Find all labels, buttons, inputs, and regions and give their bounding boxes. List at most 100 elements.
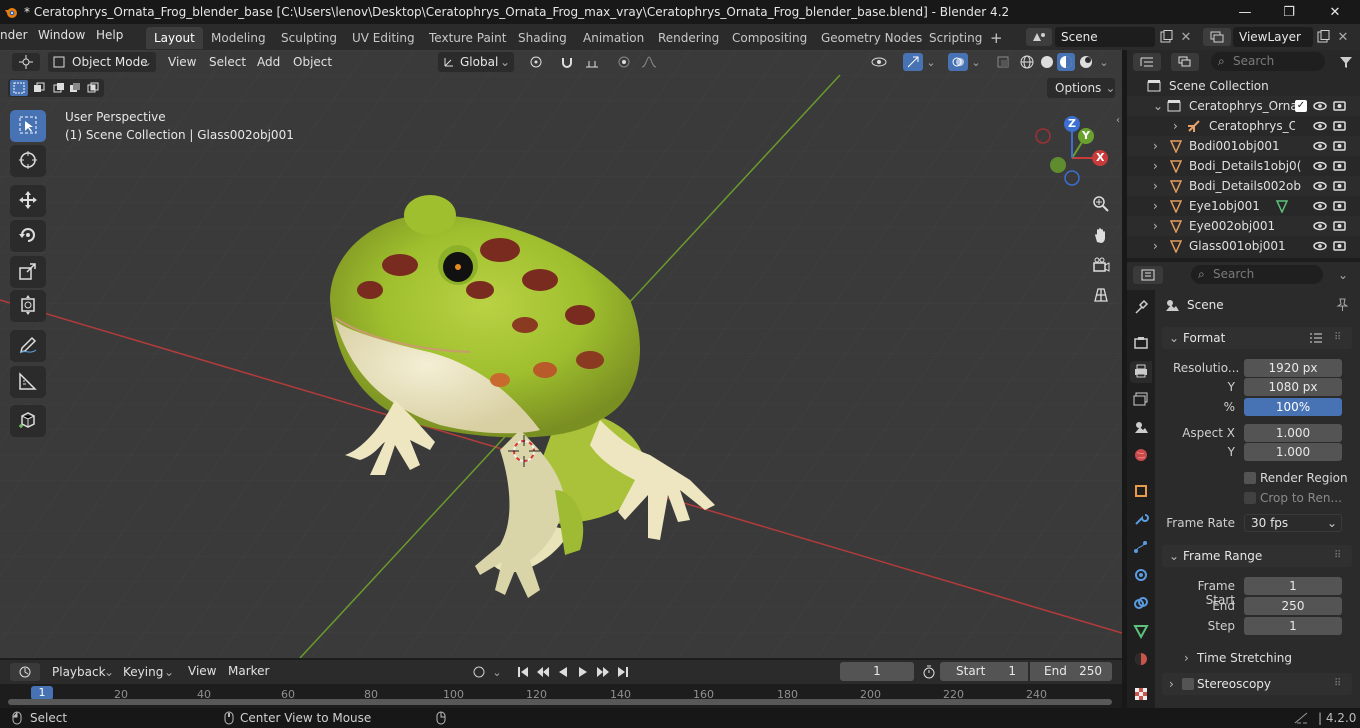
end-frame-field[interactable]: End 250 bbox=[1030, 662, 1112, 681]
tab-constraints[interactable] bbox=[1130, 593, 1152, 615]
tab-data[interactable] bbox=[1130, 621, 1152, 643]
tab-object[interactable] bbox=[1130, 481, 1152, 503]
tab-animation[interactable]: Animation bbox=[575, 27, 652, 49]
tab-uv-editing[interactable]: UV Editing bbox=[344, 27, 423, 49]
falloff-icon[interactable] bbox=[636, 53, 662, 71]
resolution-x-field[interactable]: 1920 px bbox=[1244, 359, 1342, 377]
timeline-scrollbar[interactable] bbox=[8, 699, 1112, 705]
wireframe-shading-icon[interactable] bbox=[1018, 53, 1036, 71]
scene-name-field[interactable]: Scene bbox=[1055, 27, 1155, 47]
tab-output[interactable] bbox=[1130, 361, 1152, 383]
expand-arrow-icon[interactable]: › bbox=[1153, 196, 1158, 216]
resolution-percent-slider[interactable]: 100% bbox=[1244, 398, 1342, 416]
scene-selector-icon[interactable] bbox=[1026, 28, 1052, 46]
drag-handle-icon[interactable]: ⠿ bbox=[1334, 327, 1341, 349]
tab-world[interactable] bbox=[1130, 445, 1152, 467]
playhead-marker[interactable]: 1 bbox=[31, 686, 53, 700]
expand-arrow-icon[interactable]: › bbox=[1153, 136, 1158, 156]
pivot-icon[interactable] bbox=[524, 53, 548, 71]
select-new-icon[interactable] bbox=[10, 80, 28, 96]
shading-dropdown-icon[interactable]: ⌄ bbox=[1098, 53, 1110, 71]
add-cube-tool[interactable] bbox=[10, 405, 46, 437]
snap-icon[interactable] bbox=[556, 53, 578, 71]
mode-selector[interactable]: Object Mode ⌄ bbox=[48, 52, 156, 72]
measure-tool[interactable] bbox=[10, 366, 46, 398]
tab-material[interactable] bbox=[1130, 649, 1152, 671]
new-scene-icon[interactable] bbox=[1157, 28, 1175, 46]
overlay-dropdown-icon[interactable]: ⌄ bbox=[970, 53, 982, 71]
snap-target-icon[interactable] bbox=[580, 53, 604, 71]
transform-tool[interactable] bbox=[10, 290, 46, 322]
minimize-button[interactable]: — bbox=[1222, 0, 1268, 24]
frame-rate-dropdown[interactable]: 30 fps ⌄ bbox=[1244, 514, 1342, 532]
tab-render[interactable] bbox=[1130, 333, 1152, 355]
select-invert-icon[interactable] bbox=[66, 80, 84, 96]
move-tool[interactable] bbox=[10, 185, 46, 217]
add-workspace-button[interactable]: + bbox=[982, 27, 1011, 49]
play-icon[interactable] bbox=[574, 663, 592, 681]
transform-orientation-dropdown[interactable]: Global ⌄ bbox=[438, 52, 514, 72]
stopwatch-icon[interactable] bbox=[920, 663, 938, 681]
menu-select[interactable]: Select bbox=[209, 53, 246, 71]
jump-end-icon[interactable] bbox=[614, 663, 632, 681]
auto-key-record-icon[interactable] bbox=[470, 663, 488, 681]
mesh-data-icon[interactable] bbox=[1275, 199, 1289, 213]
expand-arrow-icon[interactable]: › bbox=[1153, 216, 1158, 236]
frame-range-panel-header[interactable]: ⌄ Frame Range ⠿ bbox=[1162, 545, 1352, 567]
gizmo-toggle-icon[interactable] bbox=[903, 53, 923, 71]
menu-view[interactable]: View bbox=[168, 53, 196, 71]
tab-particles[interactable] bbox=[1130, 537, 1152, 559]
properties-options-icon[interactable]: ⌄ bbox=[1335, 266, 1351, 284]
expand-arrow-icon[interactable]: › bbox=[1153, 176, 1158, 196]
timeline-view-menu[interactable]: View bbox=[188, 664, 216, 678]
outliner-search-input[interactable]: ⌕ Search bbox=[1211, 52, 1325, 71]
tab-rendering[interactable]: Rendering bbox=[650, 27, 727, 49]
format-panel-header[interactable]: ⌄ Format ⠿ bbox=[1162, 327, 1352, 349]
proportional-edit-icon[interactable] bbox=[614, 53, 634, 71]
jump-start-icon[interactable] bbox=[514, 663, 532, 681]
properties-search-input[interactable]: ⌕ Search bbox=[1191, 265, 1323, 284]
select-box-tool[interactable] bbox=[10, 110, 46, 142]
delete-scene-icon[interactable]: ✕ bbox=[1177, 28, 1195, 46]
tab-scene[interactable] bbox=[1130, 417, 1152, 439]
drag-handle-icon[interactable]: ⠿ bbox=[1334, 673, 1341, 695]
presets-list-icon[interactable] bbox=[1308, 330, 1324, 346]
cursor-tool[interactable] bbox=[10, 145, 46, 177]
tab-sculpting[interactable]: Sculpting bbox=[273, 27, 345, 49]
render-region-checkbox[interactable] bbox=[1244, 472, 1256, 484]
menu-render[interactable]: nder bbox=[0, 28, 28, 42]
prev-keyframe-icon[interactable] bbox=[534, 663, 552, 681]
outliner-editor-type-icon[interactable] bbox=[1133, 53, 1161, 71]
tab-modeling[interactable]: Modeling bbox=[203, 27, 274, 49]
rendered-shading-icon[interactable] bbox=[1077, 53, 1095, 71]
select-intersect-icon[interactable] bbox=[84, 80, 102, 96]
menu-object[interactable]: Object bbox=[293, 53, 332, 71]
keying-menu[interactable]: Keying ⌄ bbox=[118, 663, 176, 681]
new-view-layer-icon[interactable] bbox=[1314, 28, 1332, 46]
pin-icon[interactable] bbox=[1334, 296, 1350, 314]
view-layer-field[interactable]: ViewLayer bbox=[1233, 27, 1313, 47]
visibility-filter-icon[interactable] bbox=[866, 53, 892, 71]
tab-scripting[interactable]: Scripting bbox=[921, 27, 990, 49]
display-mode-icon[interactable] bbox=[1171, 53, 1199, 71]
filter-icon[interactable] bbox=[1337, 53, 1355, 71]
tab-physics[interactable] bbox=[1130, 565, 1152, 587]
options-dropdown[interactable]: Options ⌄ bbox=[1047, 78, 1115, 98]
frame-step-field[interactable]: 1 bbox=[1244, 617, 1342, 635]
stereoscopy-checkbox[interactable] bbox=[1182, 678, 1194, 690]
maximize-button[interactable]: ❐ bbox=[1266, 0, 1312, 24]
play-reverse-icon[interactable] bbox=[554, 663, 572, 681]
pan-button[interactable] bbox=[1087, 222, 1115, 250]
overlay-toggle-icon[interactable] bbox=[948, 53, 968, 71]
expand-arrow-icon[interactable]: › bbox=[1153, 236, 1158, 256]
include-checkbox-icon[interactable]: ✓ bbox=[1295, 100, 1307, 112]
outliner-row-scene-collection[interactable]: Scene Collection bbox=[1127, 76, 1360, 96]
menu-window[interactable]: Window bbox=[38, 28, 85, 42]
keying-dropdown-icon[interactable]: ⌄ bbox=[490, 663, 504, 681]
select-extend-icon[interactable] bbox=[30, 80, 48, 96]
camera-view-button[interactable] bbox=[1087, 252, 1115, 280]
close-button[interactable]: ✕ bbox=[1312, 0, 1358, 24]
ortho-toggle-button[interactable] bbox=[1087, 282, 1115, 310]
tab-modifiers[interactable] bbox=[1130, 509, 1152, 531]
zoom-button[interactable] bbox=[1087, 191, 1115, 219]
